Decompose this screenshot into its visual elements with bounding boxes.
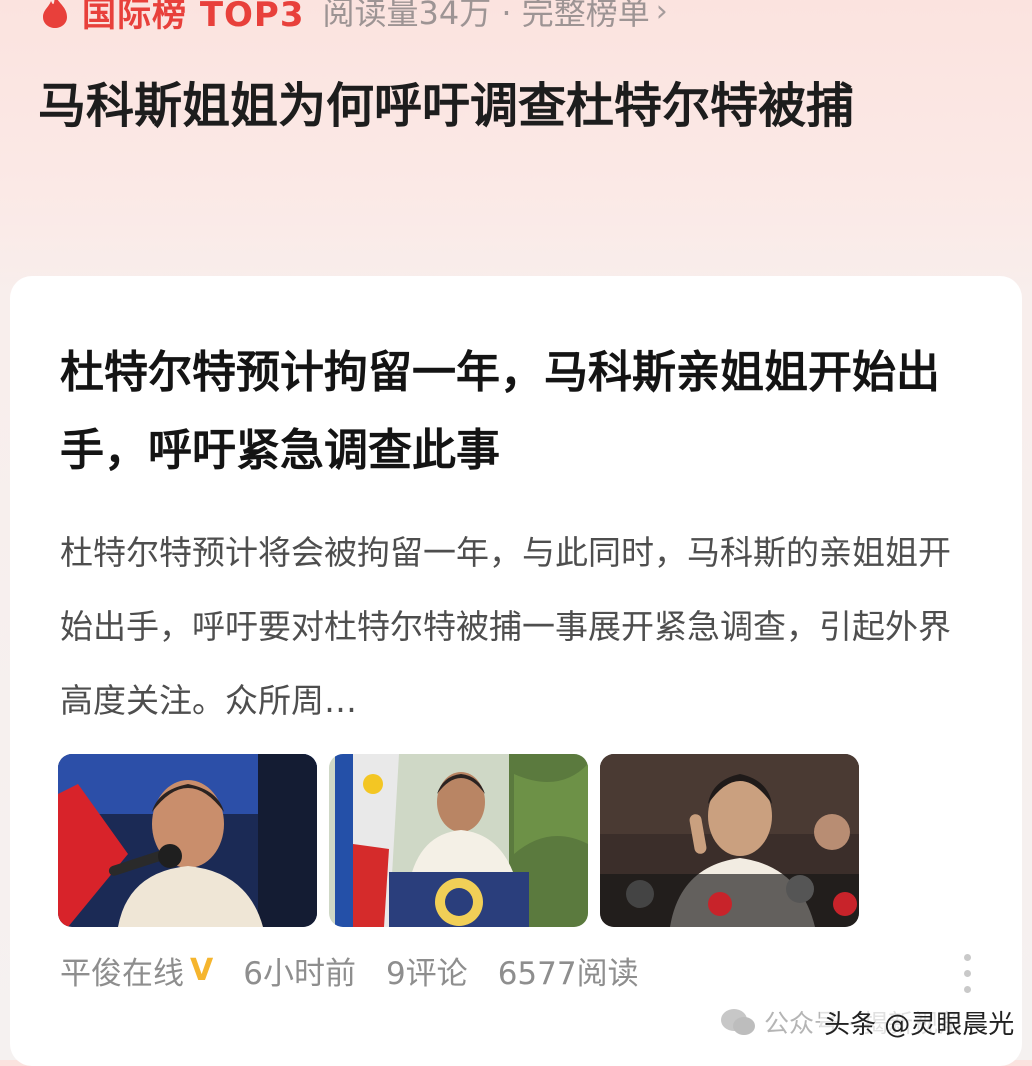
- wechat-icon: [721, 1009, 755, 1035]
- article-title[interactable]: 杜特尔特预计拘留一年，马科斯亲姐姐开始出手，呼吁紧急调查此事: [60, 334, 990, 490]
- read-count: 6577阅读: [497, 956, 639, 992]
- comment-count[interactable]: 9评论: [386, 948, 468, 993]
- read-count: 阅读量34万 · 完整榜单: [322, 0, 650, 32]
- hot-topic-headline[interactable]: 马科斯姐姐为何呼吁调查杜特尔特被捕: [38, 68, 1008, 144]
- thumbnail-image-3[interactable]: [600, 754, 859, 927]
- thumbnail-image-1[interactable]: [58, 754, 317, 927]
- full-list-link[interactable]: 阅读量34万 · 完整榜单 ›: [323, 0, 668, 34]
- publish-time: 6小时前: [243, 956, 356, 992]
- article-card[interactable]: 杜特尔特预计拘留一年，马科斯亲姐姐开始出手，呼吁紧急调查此事 杜特尔特预计将会被…: [10, 276, 1022, 1066]
- more-icon[interactable]: [962, 954, 974, 1000]
- fire-icon: [43, 0, 67, 28]
- rank-label: 国际榜 TOP3: [82, 0, 305, 35]
- chevron-right-icon: ›: [655, 0, 668, 29]
- hot-rank-bar[interactable]: 国际榜 TOP3 阅读量34万 · 完整榜单 ›: [40, 0, 668, 36]
- article-summary: 杜特尔特预计将会被拘留一年，与此同时，马科斯的亲姐姐开始出手，呼吁要对杜特尔特被…: [60, 533, 951, 720]
- verified-icon: V: [190, 953, 214, 988]
- article-meta: 平俊在线 V 6小时前 9评论 6577阅读: [60, 948, 639, 993]
- thumbnail-row: [58, 754, 859, 927]
- thumbnail-image-2[interactable]: [329, 754, 588, 927]
- source-watermark: 头条 @灵眼晨光: [820, 1004, 1019, 1041]
- author-name[interactable]: 平俊在线: [60, 948, 184, 993]
